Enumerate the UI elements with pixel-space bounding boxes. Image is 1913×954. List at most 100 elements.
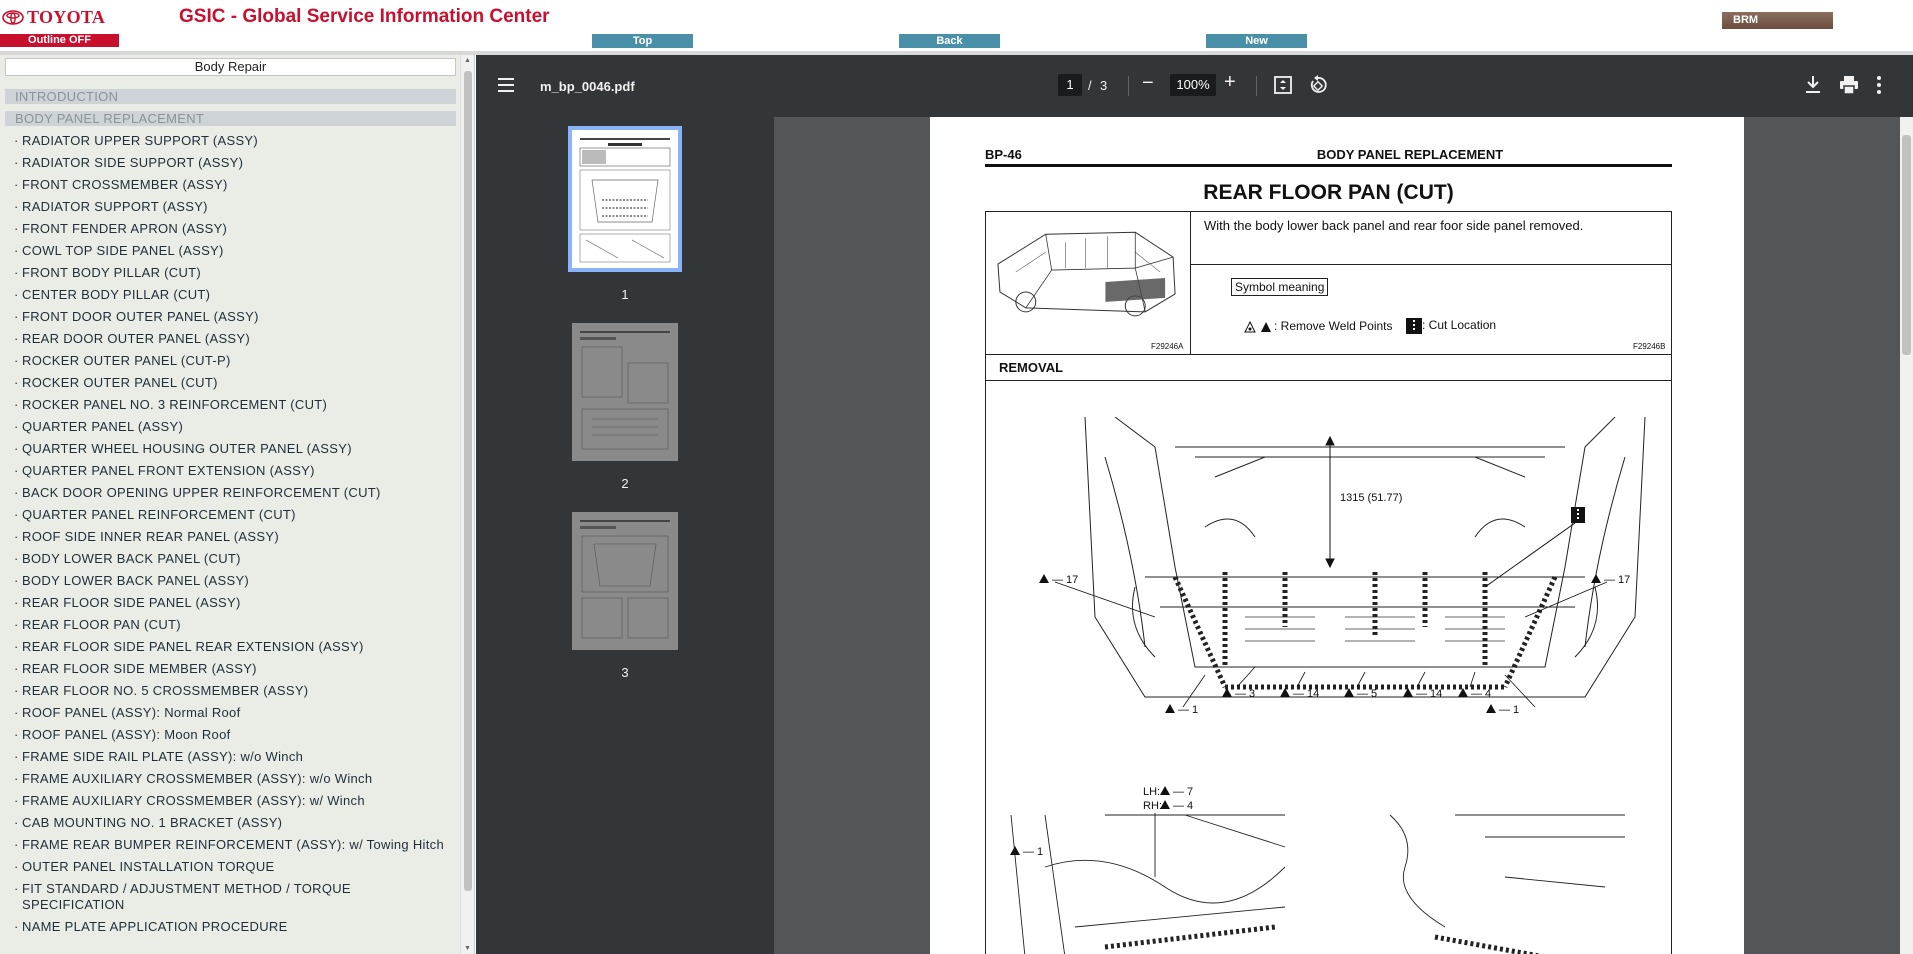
print-icon[interactable] (1839, 75, 1859, 95)
toc-item[interactable]: FRONT FENDER APRON (ASSY) (0, 221, 456, 237)
toc-item[interactable]: REAR FLOOR SIDE MEMBER (ASSY) (0, 661, 456, 677)
pdf-toolbar: m_bp_0046.pdf 1 / 3 − 100% + (476, 55, 1913, 117)
toc-item[interactable]: COWL TOP SIDE PANEL (ASSY) (0, 243, 456, 259)
image-code: F29246A (1151, 342, 1184, 351)
dimension-label: 1315 (51.77) (1340, 492, 1402, 504)
document-scroll-thumb[interactable] (1902, 135, 1911, 355)
weld-count-label: — 4 (1471, 688, 1491, 700)
section-introduction[interactable]: INTRODUCTION (5, 89, 456, 104)
toc-item[interactable]: ROCKER OUTER PANEL (CUT-P) (0, 353, 456, 369)
page-title: REAR FLOOR PAN (CUT) (1203, 181, 1454, 204)
new-button[interactable]: New (1206, 34, 1307, 48)
app-title: GSIC - Global Service Information Center (179, 6, 550, 27)
toc-item[interactable]: FRONT DOOR OUTER PANEL (ASSY) (0, 309, 456, 325)
toc-item[interactable]: NAME PLATE APPLICATION PROCEDURE (0, 919, 456, 935)
weld-legend: : Remove Weld Points (1244, 319, 1393, 333)
toc-item[interactable]: BACK DOOR OPENING UPPER REINFORCEMENT (C… (0, 485, 456, 501)
weld-count-label: — 4 (1173, 800, 1193, 812)
toc-item[interactable]: FRAME REAR BUMPER REINFORCEMENT (ASSY): … (0, 837, 456, 853)
toc-item[interactable]: FRONT CROSSMEMBER (ASSY) (0, 177, 456, 193)
page-thumbnail-3[interactable] (572, 512, 678, 650)
toc-item[interactable]: QUARTER PANEL (ASSY) (0, 419, 456, 435)
toc-item[interactable]: OUTER PANEL INSTALLATION TORQUE (0, 859, 456, 875)
weld-legend-text: : Remove Weld Points (1274, 319, 1393, 333)
scroll-down-arrow-icon[interactable]: ▼ (464, 945, 471, 952)
lh-label: LH: (1143, 786, 1160, 798)
sidebar-scroll-thumb[interactable] (464, 71, 472, 891)
top-button[interactable]: Top (592, 34, 693, 48)
toc-item[interactable]: FRAME SIDE RAIL PLATE (ASSY): w/o Winch (0, 749, 456, 765)
toc-item[interactable]: FIT STANDARD / ADJUSTMENT METHOD / TORQU… (0, 881, 456, 913)
toyota-logo: TOYOTA (2, 7, 105, 28)
weld-count-label: — 1 (1023, 846, 1043, 858)
toc-item[interactable]: ROCKER PANEL NO. 3 REINFORCEMENT (CUT) (0, 397, 456, 413)
info-divider (1191, 264, 1671, 265)
thumbnail-label: 1 (621, 287, 629, 302)
toyota-emblem-icon (2, 10, 24, 25)
toc-item[interactable]: ROOF PANEL (ASSY): Normal Roof (0, 705, 456, 721)
toc-item[interactable]: ROOF SIDE INNER REAR PANEL (ASSY) (0, 529, 456, 545)
weld-count-label: — 14 (1416, 688, 1442, 700)
toc-item[interactable]: QUARTER WHEEL HOUSING OUTER PANEL (ASSY) (0, 441, 456, 457)
toc-item[interactable]: CAB MOUNTING NO. 1 BRACKET (ASSY) (0, 815, 456, 831)
info-description: With the body lower back panel and rear … (1204, 218, 1584, 233)
cut-legend-text: : Cut Location (1422, 318, 1497, 333)
more-options-icon[interactable] (1876, 75, 1882, 95)
outline-toggle-button[interactable]: Outline OFF (0, 34, 119, 47)
toc-item[interactable]: ROOF PANEL (ASSY): Moon Roof (0, 727, 456, 743)
toc-item[interactable]: REAR DOOR OUTER PANEL (ASSY) (0, 331, 456, 347)
rh-label: RH: (1143, 800, 1162, 812)
page-thumbnail-1[interactable] (568, 126, 682, 272)
toc-item[interactable]: BODY LOWER BACK PANEL (CUT) (0, 551, 456, 567)
toc-item[interactable]: FRONT BODY PILLAR (CUT) (0, 265, 456, 281)
weld-count-label: — 7 (1173, 786, 1193, 798)
weld-point-symbol-icon (1244, 320, 1271, 333)
thumbnail-preview-icon (579, 138, 671, 263)
toc-item[interactable]: RADIATOR SIDE SUPPORT (ASSY) (0, 155, 456, 171)
download-icon[interactable] (1804, 75, 1822, 95)
weld-count-label: — 17 (1052, 574, 1078, 586)
zoom-input[interactable]: 100% (1170, 74, 1216, 96)
thumbnail-label: 2 (621, 476, 629, 491)
pdf-file-name: m_bp_0046.pdf (540, 79, 635, 94)
rear-floor-pan-diagram: 1315 (51.77) — 17 — 17 — 1 — 3 — 14 — 5 … (1039, 417, 1646, 716)
scroll-up-arrow-icon[interactable]: ▲ (464, 57, 471, 64)
toc-item[interactable]: QUARTER PANEL REINFORCEMENT (CUT) (0, 507, 456, 523)
weld-count-label: — 1 (1499, 704, 1519, 716)
toc-item[interactable]: CENTER BODY PILLAR (CUT) (0, 287, 456, 303)
menu-icon[interactable] (498, 78, 514, 92)
toc-item[interactable]: REAR FLOOR NO. 5 CROSSMEMBER (ASSY) (0, 683, 456, 699)
weld-callouts: — 17 — 17 — 1 — 3 — 14 — 5 — 14 — 4 — 1 (1039, 574, 1630, 716)
zoom-out-icon[interactable]: − (1142, 72, 1154, 95)
sidebar-title: Body Repair (5, 58, 456, 76)
sidebar-scrollbar[interactable]: ▲ ▼ (460, 55, 474, 954)
page-number-input[interactable]: 1 (1058, 74, 1082, 96)
thumbnail-preview-icon (580, 520, 670, 639)
rotate-icon[interactable] (1308, 75, 1328, 95)
brm-button[interactable]: BRM (1722, 12, 1833, 29)
outline-sidebar: Body Repair INTRODUCTION BODY PANEL REPL… (0, 55, 475, 954)
toc-item[interactable]: FRAME AUXILIARY CROSSMEMBER (ASSY): w/o … (0, 771, 456, 787)
toc-item[interactable]: RADIATOR SUPPORT (ASSY) (0, 199, 456, 215)
zoom-in-icon[interactable]: + (1224, 71, 1236, 94)
toc-item[interactable]: REAR FLOOR SIDE PANEL REAR EXTENSION (AS… (0, 639, 456, 655)
back-button[interactable]: Back (899, 34, 1000, 48)
cut-location-symbol-icon (1406, 318, 1422, 334)
toc-item[interactable]: ROCKER OUTER PANEL (CUT) (0, 375, 456, 391)
toc-item[interactable]: FRAME AUXILIARY CROSSMEMBER (ASSY): w/ W… (0, 793, 456, 809)
toc-list: RADIATOR UPPER SUPPORT (ASSY) RADIATOR SI… (0, 133, 456, 941)
toc-item[interactable]: QUARTER PANEL FRONT EXTENSION (ASSY) (0, 463, 456, 479)
toc-item[interactable]: REAR FLOOR SIDE PANEL (ASSY) (0, 595, 456, 611)
pdf-viewer: m_bp_0046.pdf 1 / 3 − 100% + 1 2 3 BP-46… (476, 55, 1913, 954)
toc-item[interactable]: RADIATOR UPPER SUPPORT (ASSY) (0, 133, 456, 149)
thumbnail-pane: 1 2 3 (476, 117, 774, 954)
fit-page-icon[interactable] (1274, 76, 1292, 94)
section-body-panel-replacement[interactable]: BODY PANEL REPLACEMENT (5, 111, 456, 126)
toc-item[interactable]: BODY LOWER BACK PANEL (ASSY) (0, 573, 456, 589)
page-thumbnail-2[interactable] (572, 323, 678, 461)
document-scrollbar[interactable] (1900, 117, 1913, 954)
toc-item[interactable]: REAR FLOOR PAN (CUT) (0, 617, 456, 633)
toolbar-divider (1128, 76, 1129, 96)
pdf-page: BP-46 BODY PANEL REPLACEMENT REAR FLOOR … (930, 117, 1744, 954)
thumbnail-preview-icon (580, 331, 670, 450)
